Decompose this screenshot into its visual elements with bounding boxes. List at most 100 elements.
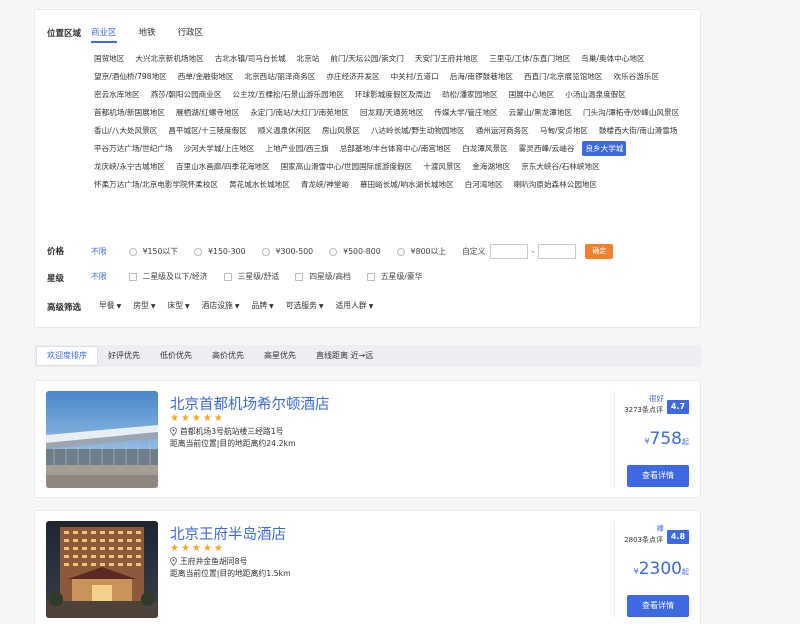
area-item[interactable]: 龙庆峡/永宁古城地区 (91, 159, 168, 174)
area-item[interactable]: 中关村/五道口 (388, 69, 442, 84)
hotel-name[interactable]: 北京首都机场希尔顿酒店 (170, 393, 330, 414)
view-details-button[interactable]: 查看详情 (627, 595, 689, 617)
area-item[interactable]: 八达岭长城/野生动物园地区 (368, 123, 468, 138)
hotel-address: 首都机场3号航站楼三经路1号 (170, 426, 283, 437)
dropdown-facilities[interactable]: 酒店设施 ▼ (202, 300, 240, 311)
tab-administrative-district[interactable]: 行政区 (178, 26, 204, 43)
area-item[interactable]: 黄花城水长城地区 (226, 177, 293, 192)
dropdown-brand[interactable]: 品牌 ▼ (251, 300, 273, 311)
area-item[interactable]: 慕田峪长城/响水湖长城地区 (357, 177, 457, 192)
price-option-4[interactable]: ¥800以上 (396, 246, 446, 257)
area-item[interactable]: 首都机场/新国展地区 (91, 105, 168, 120)
hotel-photo[interactable] (46, 391, 158, 488)
area-item[interactable]: 通州运河商务区 (473, 123, 532, 138)
sort-distance[interactable]: 直线距离 近→远 (306, 345, 383, 367)
area-item[interactable]: 白龙潭风景区 (459, 141, 511, 156)
star-option-3[interactable]: 五星级/豪华 (366, 271, 423, 282)
area-item[interactable]: 古北水镇/司马台长城 (212, 51, 289, 66)
star-option-1[interactable]: 三星级/舒适 (223, 271, 279, 282)
confirm-price-button[interactable]: 确定 (585, 244, 614, 259)
area-item[interactable]: 密云水库地区 (91, 87, 143, 102)
area-item[interactable]: 雁栖湖/红螺寺地区 (173, 105, 242, 120)
star-rating: ★★★★★ (170, 413, 225, 424)
dropdown-label: 适用人群 (335, 301, 367, 310)
tab-business-district[interactable]: 商业区 (91, 26, 117, 43)
price-option-label: ¥150以下 (142, 247, 179, 256)
sort-price-low[interactable]: 低价优先 (150, 345, 202, 367)
area-item[interactable]: 国展中心地区 (506, 87, 558, 102)
area-item[interactable]: 怀柔万达广场/北京电影学院怀柔校区 (91, 177, 221, 192)
area-item[interactable]: 望京/酒仙桥/798地区 (91, 69, 170, 84)
area-item[interactable]: 青龙峡/神堂峪 (298, 177, 352, 192)
area-item[interactable]: 天安门/王府井地区 (412, 51, 481, 66)
dropdown-audience[interactable]: 适用人群 ▼ (336, 300, 374, 311)
price-option-3[interactable]: ¥500-800 (329, 247, 381, 256)
price-nolimit[interactable]: 不限 (91, 246, 107, 257)
area-item[interactable]: 喇叭沟原始森林公园地区 (511, 177, 601, 192)
hotel-photo[interactable] (46, 521, 158, 618)
area-item[interactable]: 国贸地区 (91, 51, 127, 66)
hotel-name[interactable]: 北京王府半岛酒店 (170, 523, 286, 544)
area-item[interactable]: 门头沟/潭柘寺/妙峰山风景区 (580, 105, 682, 120)
dropdown-services[interactable]: 可选服务 ▼ (286, 300, 324, 311)
area-item[interactable]: 金海湖地区 (469, 159, 513, 174)
area-item[interactable]: 良乡大学城 (582, 141, 627, 156)
sort-popularity[interactable]: 欢迎度排序 (36, 346, 98, 366)
dropdown-room-type[interactable]: 房型 ▼ (133, 300, 155, 311)
area-item[interactable]: 百里山水画廊/四季花海地区 (173, 159, 273, 174)
star-option-0[interactable]: 二星级及以下/经济 (128, 271, 208, 282)
max-price-input[interactable] (538, 244, 577, 259)
review-count[interactable]: 2803条点评 (624, 535, 663, 545)
area-item[interactable]: 西单/金融街地区 (175, 69, 237, 84)
view-details-button[interactable]: 查看详情 (627, 465, 689, 487)
area-item[interactable]: 三里屯/工体/东直门地区 (486, 51, 573, 66)
area-item[interactable]: 前门/天坛公园/崇文门 (327, 51, 406, 66)
price-option-0[interactable]: ¥150以下 (128, 246, 179, 257)
area-item[interactable]: 总部基地/丰台体育中心/南宫地区 (337, 141, 454, 156)
price-option-2[interactable]: ¥300-500 (261, 247, 313, 256)
sort-price-high[interactable]: 高价优先 (202, 345, 254, 367)
area-item[interactable]: 马甸/安贞地区 (537, 123, 591, 138)
area-item[interactable]: 鸟巢/奥体中心地区 (578, 51, 647, 66)
star-option-2[interactable]: 四星级/高档 (295, 271, 351, 282)
area-item[interactable]: 回龙观/天通苑地区 (357, 105, 426, 120)
area-item[interactable]: 劲松/潘家园地区 (439, 87, 501, 102)
area-item[interactable]: 燕莎/朝阳公园商业区 (148, 87, 225, 102)
area-item[interactable]: 北京站 (294, 51, 323, 66)
area-item[interactable]: 十渡风景区 (420, 159, 464, 174)
tab-subway[interactable]: 地铁 (139, 26, 156, 43)
area-item[interactable]: 昌平城区/十三陵度假区 (165, 123, 250, 138)
price-option-1[interactable]: ¥150-300 (194, 247, 246, 256)
area-item[interactable]: 环球影城度假区及周边 (352, 87, 434, 102)
area-item[interactable]: 亦庄经济开发区 (323, 69, 382, 84)
area-item[interactable]: 香山/八大处风景区 (91, 123, 160, 138)
area-item[interactable]: 欢乐谷游乐区 (611, 69, 663, 84)
area-item[interactable]: 房山风景区 (319, 123, 363, 138)
area-item[interactable]: 平谷万达广场/世纪广场 (91, 141, 176, 156)
area-item[interactable]: 沙河大学城/上庄地区 (181, 141, 258, 156)
sort-rating[interactable]: 好评优先 (98, 345, 150, 367)
area-item[interactable]: 顺义温泉休闲区 (255, 123, 314, 138)
area-item[interactable]: 鼓楼西大街/南山滑雪场 (596, 123, 681, 138)
area-item[interactable]: 国家高山滑雪中心/世园国际旅游度假区 (278, 159, 416, 174)
area-item[interactable]: 小汤山温泉度假区 (562, 87, 629, 102)
area-item[interactable]: 上地产业园/西三旗 (262, 141, 331, 156)
area-item[interactable]: 雾灵西峰/云岫谷 (516, 141, 578, 156)
area-item[interactable]: 后海/南锣鼓巷地区 (447, 69, 516, 84)
min-price-input[interactable] (489, 244, 528, 259)
area-item[interactable]: 大兴北京新机场地区 (132, 51, 206, 66)
area-item[interactable]: 北京西站/丽泽商务区 (242, 69, 319, 84)
review-count[interactable]: 3273条点评 (624, 405, 663, 415)
star-option-label: 五星级/豪华 (380, 272, 423, 281)
area-item[interactable]: 云蒙山/黑龙潭地区 (506, 105, 575, 120)
area-item[interactable]: 传媒大学/管庄地区 (431, 105, 500, 120)
area-item[interactable]: 白河湾地区 (462, 177, 506, 192)
star-nolimit[interactable]: 不限 (91, 271, 107, 282)
dropdown-breakfast[interactable]: 早餐 ▼ (99, 300, 121, 311)
area-item[interactable]: 京东大峡谷/石林峡地区 (518, 159, 603, 174)
sort-star-high[interactable]: 高星优先 (254, 345, 306, 367)
area-item[interactable]: 永定门/南站/大红门/南苑地区 (247, 105, 352, 120)
dropdown-bed-type[interactable]: 床型 ▼ (167, 300, 189, 311)
area-item[interactable]: 西直门/北京展览馆地区 (521, 69, 606, 84)
area-item[interactable]: 公主坟/五棵松/石景山游乐园地区 (229, 87, 346, 102)
